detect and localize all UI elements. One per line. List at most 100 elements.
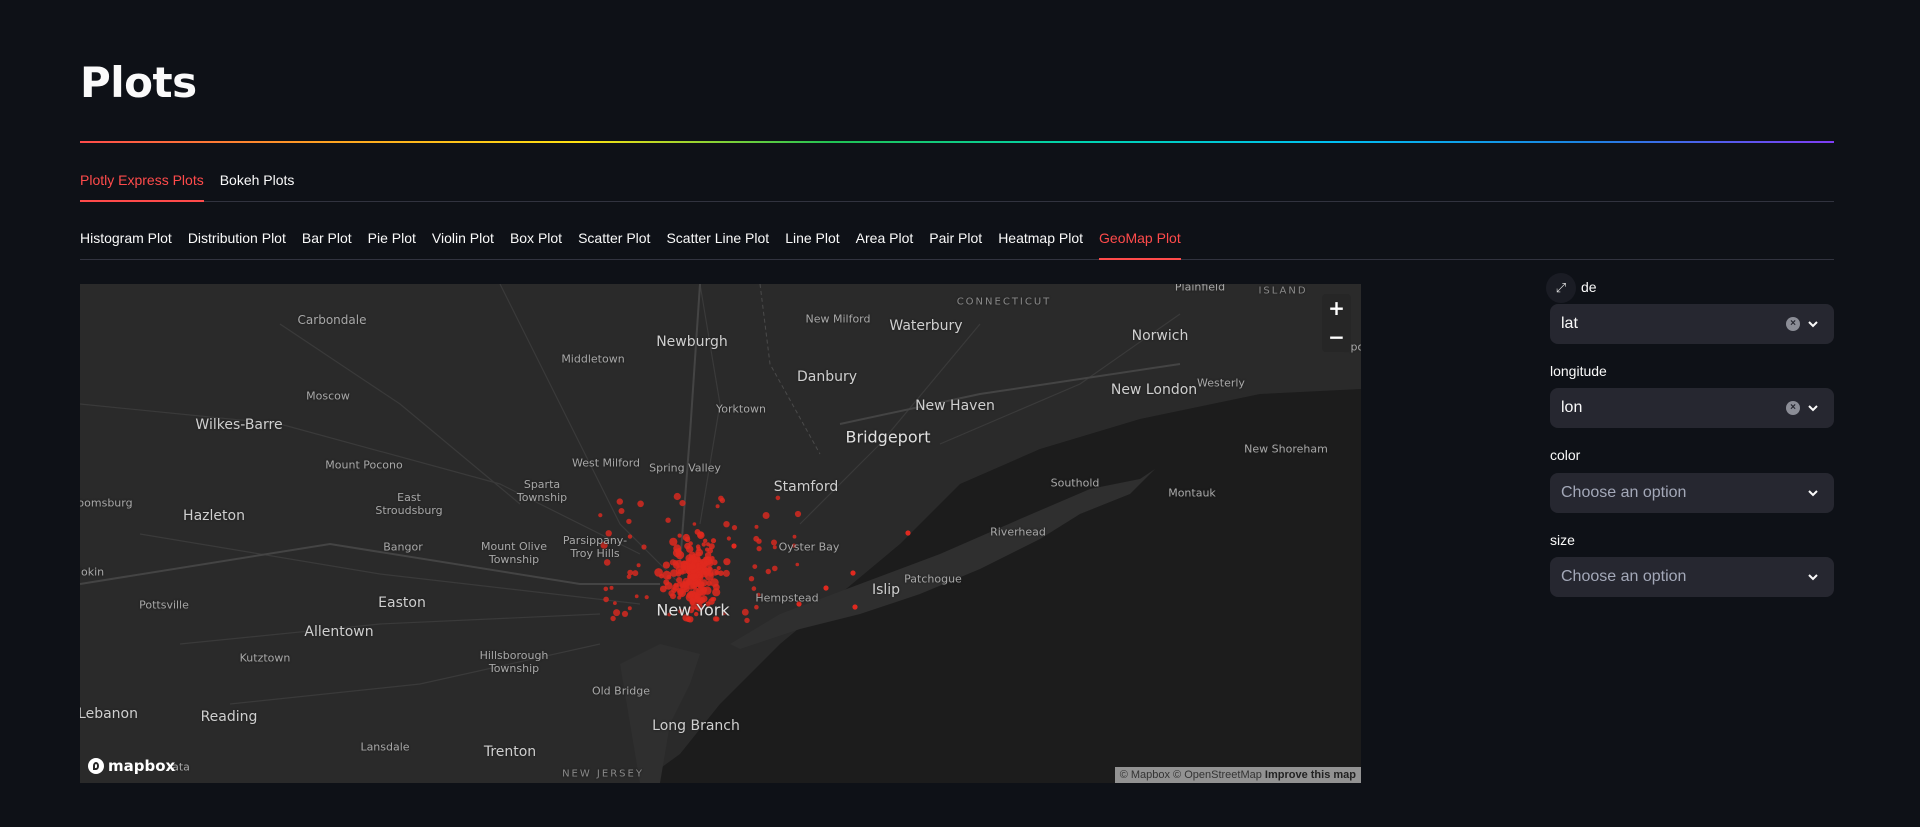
zoom-out-button[interactable]: − — [1322, 323, 1351, 352]
map-point[interactable] — [626, 518, 632, 525]
map-point[interactable] — [609, 585, 614, 590]
map-point[interactable] — [700, 579, 708, 587]
map-point[interactable] — [726, 536, 732, 541]
map-point[interactable] — [751, 586, 757, 591]
map-point[interactable] — [772, 545, 777, 550]
map-point[interactable] — [688, 561, 696, 570]
map-point[interactable] — [731, 525, 738, 531]
map-point[interactable] — [603, 586, 609, 592]
tab-heatmap[interactable]: Heatmap Plot — [998, 224, 1083, 259]
tab-line[interactable]: Line Plot — [785, 224, 839, 259]
map-point[interactable] — [692, 522, 697, 526]
map-point[interactable] — [636, 563, 641, 568]
map-point[interactable] — [675, 550, 685, 560]
tab-pie[interactable]: Pie Plot — [368, 224, 416, 259]
map-point[interactable] — [753, 535, 760, 542]
map-point[interactable] — [676, 571, 682, 577]
map-point[interactable] — [665, 517, 671, 523]
map-point[interactable] — [603, 559, 611, 566]
map-point[interactable] — [752, 564, 758, 569]
tab-distribution[interactable]: Distribution Plot — [188, 224, 286, 259]
map-point[interactable] — [716, 566, 721, 571]
clear-icon[interactable]: × — [1786, 317, 1800, 331]
geomap-plot[interactable]: CONNECTICUT Plainfield ISLAND Carbondale… — [80, 284, 1361, 783]
tab-plotly-express[interactable]: Plotly Express Plots — [80, 166, 204, 202]
longitude-select[interactable]: lon × — [1550, 388, 1834, 428]
map-point[interactable] — [795, 562, 800, 567]
map-point[interactable] — [754, 604, 759, 610]
map-point[interactable] — [718, 570, 724, 576]
tab-box[interactable]: Box Plot — [510, 224, 562, 259]
map-point[interactable] — [627, 606, 632, 611]
mapbox-logo[interactable]: mapbox — [88, 757, 175, 775]
map-point[interactable] — [666, 574, 672, 580]
size-select[interactable]: Choose an option — [1550, 557, 1834, 597]
map-point[interactable] — [679, 500, 686, 507]
tab-geomap[interactable]: GeoMap Plot — [1099, 224, 1181, 260]
map-point[interactable] — [644, 595, 649, 600]
fullscreen-expand-icon[interactable]: ⤢ — [1546, 273, 1576, 303]
map-point[interactable] — [775, 495, 781, 501]
latitude-select[interactable]: lat × — [1550, 304, 1834, 344]
map-point[interactable] — [694, 529, 701, 535]
map-point[interactable] — [823, 585, 829, 591]
tab-scatter-line[interactable]: Scatter Line Plot — [666, 224, 769, 259]
map-point[interactable] — [668, 590, 675, 597]
map-point[interactable] — [610, 615, 616, 622]
map-point[interactable] — [731, 543, 737, 549]
tab-bar[interactable]: Bar Plot — [302, 224, 352, 259]
map-point[interactable] — [637, 500, 644, 508]
map-point[interactable] — [852, 604, 858, 610]
map-point[interactable] — [792, 534, 797, 539]
map-point[interactable] — [598, 513, 603, 518]
map-point[interactable] — [673, 492, 681, 501]
map-point[interactable] — [669, 559, 677, 566]
map-point[interactable] — [722, 569, 730, 577]
map-point[interactable] — [680, 564, 687, 571]
map-point[interactable] — [708, 543, 715, 550]
map-point[interactable] — [664, 582, 673, 590]
map-point[interactable] — [613, 609, 621, 617]
tab-scatter[interactable]: Scatter Plot — [578, 224, 650, 259]
map-point[interactable] — [744, 617, 750, 624]
clear-icon[interactable]: × — [1786, 401, 1800, 415]
map-point[interactable] — [771, 539, 777, 546]
zoom-in-button[interactable]: + — [1322, 294, 1351, 323]
map-point[interactable] — [621, 610, 629, 617]
attribution-text[interactable]: © Mapbox © OpenStreetMap — [1120, 769, 1262, 781]
tab-area[interactable]: Area Plot — [856, 224, 914, 259]
map-point[interactable] — [613, 601, 617, 605]
tab-histogram[interactable]: Histogram Plot — [80, 224, 172, 259]
map-point[interactable] — [772, 565, 778, 572]
map-point[interactable] — [748, 576, 755, 582]
map-point[interactable] — [762, 512, 770, 519]
color-select[interactable]: Choose an option — [1550, 473, 1834, 513]
map-point[interactable] — [618, 508, 625, 514]
tab-bokeh[interactable]: Bokeh Plots — [220, 166, 295, 201]
map-point[interactable] — [662, 561, 671, 569]
map-point[interactable] — [695, 551, 701, 557]
map-point[interactable] — [659, 573, 664, 579]
map-point[interactable] — [741, 608, 749, 616]
map-point[interactable] — [715, 504, 720, 509]
map-point[interactable] — [702, 570, 708, 576]
map-point[interactable] — [710, 538, 717, 544]
map-point[interactable] — [723, 521, 730, 528]
map-point[interactable] — [677, 533, 682, 538]
map-point[interactable] — [679, 589, 685, 594]
improve-map-link[interactable]: Improve this map — [1265, 769, 1356, 781]
map-point[interactable] — [713, 583, 720, 591]
map-point[interactable] — [682, 533, 690, 542]
map-point[interactable] — [754, 524, 759, 529]
map-point[interactable] — [905, 530, 911, 536]
map-point[interactable] — [711, 559, 718, 566]
map-point[interactable] — [684, 542, 691, 550]
map-point[interactable] — [626, 574, 632, 579]
map-point[interactable] — [696, 586, 705, 596]
map-point[interactable] — [616, 498, 623, 505]
map-point[interactable] — [687, 557, 693, 562]
map-point[interactable] — [673, 582, 679, 588]
map-point[interactable] — [677, 595, 682, 600]
map-point[interactable] — [641, 544, 647, 550]
map-point[interactable] — [850, 570, 856, 576]
